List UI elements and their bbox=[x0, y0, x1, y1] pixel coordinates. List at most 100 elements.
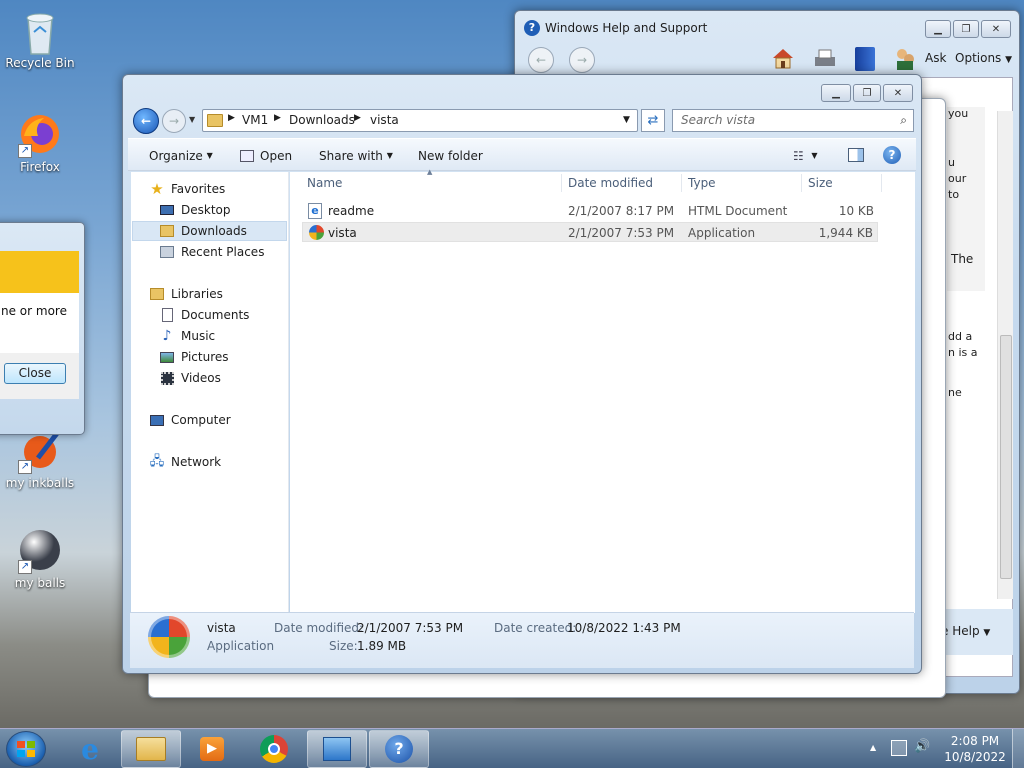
taskbar-control-panel[interactable] bbox=[307, 730, 367, 768]
dialog-close-button[interactable]: Close bbox=[4, 363, 66, 384]
maximize-button[interactable]: ❐ bbox=[853, 84, 881, 102]
recent-pages-chevron-icon[interactable]: ▼ bbox=[189, 115, 195, 124]
nav-music[interactable]: ♪ Music bbox=[159, 326, 216, 346]
help-options-menu[interactable]: Options ▼ bbox=[955, 51, 1012, 65]
breadcrumb-vista[interactable]: vista bbox=[370, 113, 399, 127]
taskbar-windows-explorer[interactable] bbox=[121, 730, 181, 768]
close-button[interactable]: ✕ bbox=[883, 84, 913, 102]
help-icon[interactable]: ? bbox=[883, 146, 901, 164]
nav-pictures[interactable]: Pictures bbox=[159, 347, 229, 367]
recycle-bin-desktop-icon[interactable]: Recycle Bin bbox=[0, 8, 80, 70]
nav-favorites[interactable]: ★ Favorites bbox=[149, 179, 225, 199]
taskbar-help-support[interactable]: ? bbox=[369, 730, 429, 768]
chevron-down-icon: ▼ bbox=[1005, 55, 1013, 65]
file-size: 1,944 KB bbox=[818, 226, 873, 240]
nav-computer-label: Computer bbox=[171, 413, 231, 427]
vista-app-icon bbox=[309, 225, 324, 240]
my-inkballs-desktop-icon[interactable]: ↗ my inkballs bbox=[0, 428, 80, 490]
help-ask-label[interactable]: Ask bbox=[925, 51, 946, 65]
taskbar-internet-explorer[interactable]: e bbox=[60, 730, 120, 768]
details-date-created-label: Date created: bbox=[494, 621, 577, 635]
help-print-icon[interactable] bbox=[813, 49, 837, 69]
html-document-icon: e bbox=[308, 203, 322, 219]
taskbar-chrome[interactable] bbox=[244, 730, 304, 768]
nav-favorites-label: Favorites bbox=[171, 182, 226, 196]
volume-tray-icon[interactable]: 🔊 bbox=[914, 739, 930, 754]
nav-desktop-label: Desktop bbox=[181, 203, 231, 217]
nav-documents[interactable]: Documents bbox=[159, 305, 249, 325]
help-close-button[interactable]: ✕ bbox=[981, 20, 1011, 38]
taskbar-media-player[interactable]: ▶ bbox=[182, 730, 242, 768]
start-button[interactable] bbox=[6, 731, 46, 767]
downloads-folder-icon bbox=[159, 223, 175, 239]
refresh-button[interactable]: ⇄ bbox=[641, 109, 665, 132]
address-dropdown-icon[interactable]: ▼ bbox=[623, 115, 630, 125]
search-box[interactable]: Search vista ⌕ bbox=[672, 109, 914, 132]
help-side-text-5: dd a bbox=[948, 330, 973, 343]
help-window-title-icon: ? bbox=[524, 20, 540, 36]
help-forward-button[interactable]: → bbox=[569, 47, 595, 73]
help-side-text-0: you bbox=[948, 107, 969, 120]
help-back-button[interactable]: ← bbox=[528, 47, 554, 73]
balls-icon: ↗ bbox=[18, 528, 62, 574]
file-type: HTML Document bbox=[688, 204, 788, 218]
search-icon[interactable]: ⌕ bbox=[900, 113, 907, 128]
folder-icon bbox=[207, 114, 223, 127]
nav-downloads[interactable]: Downloads bbox=[159, 221, 247, 241]
address-bar[interactable]: ▶ VM1 ▶ Downloads ▶ vista ▼ bbox=[202, 109, 638, 132]
dialog-body bbox=[0, 293, 79, 353]
minimize-button[interactable]: ▁ bbox=[821, 84, 851, 102]
column-header-type[interactable]: Type bbox=[682, 174, 802, 192]
file-row-vista[interactable]: vista 2/1/2007 7:53 PM Application 1,944… bbox=[302, 222, 878, 242]
file-row-readme[interactable]: e readme 2/1/2007 8:17 PM HTML Document … bbox=[302, 201, 878, 221]
help-home-icon[interactable] bbox=[771, 47, 795, 69]
help-scrollbar-thumb[interactable] bbox=[1000, 335, 1012, 579]
nav-network[interactable]: 🖧 Network bbox=[149, 452, 221, 472]
details-size-value: 1.89 MB bbox=[357, 639, 407, 653]
help-scrollbar[interactable] bbox=[997, 111, 1013, 599]
firefox-desktop-icon[interactable]: ↗ Firefox bbox=[0, 112, 80, 174]
help-help-menu[interactable]: e Help ▼ bbox=[941, 624, 990, 638]
windows-logo-icon bbox=[17, 741, 35, 757]
help-browse-icon[interactable] bbox=[855, 47, 875, 71]
nav-libraries[interactable]: Libraries bbox=[149, 284, 223, 304]
nav-desktop[interactable]: Desktop bbox=[159, 200, 231, 220]
share-with-button[interactable]: Share with ▼ bbox=[319, 147, 393, 165]
column-header-name[interactable]: Name bbox=[301, 174, 562, 192]
help-window-title: Windows Help and Support bbox=[545, 21, 708, 35]
help-minimize-button[interactable]: ▁ bbox=[925, 20, 951, 38]
preview-pane-icon[interactable] bbox=[848, 148, 864, 162]
help-ask-icon[interactable] bbox=[895, 47, 915, 71]
breadcrumb-downloads[interactable]: Downloads bbox=[289, 113, 355, 127]
forward-button[interactable]: → bbox=[162, 109, 186, 133]
column-header-date-modified[interactable]: Date modified bbox=[562, 174, 682, 192]
search-input[interactable]: Search vista bbox=[681, 113, 755, 127]
new-folder-button[interactable]: New folder bbox=[418, 147, 483, 165]
column-header-size[interactable]: Size bbox=[802, 174, 882, 192]
show-hidden-icons-button[interactable]: ▲ bbox=[870, 743, 876, 752]
file-name: vista bbox=[328, 226, 357, 240]
clock[interactable]: 2:08 PM 10/8/2022 bbox=[944, 733, 1006, 765]
videos-icon bbox=[159, 370, 175, 386]
network-tray-icon[interactable] bbox=[891, 740, 907, 756]
help-maximize-button[interactable]: ❐ bbox=[953, 20, 979, 38]
open-button[interactable]: Open bbox=[240, 147, 292, 165]
show-desktop-button[interactable] bbox=[1012, 729, 1024, 768]
view-options-button[interactable]: ☷ ▼ bbox=[793, 147, 818, 165]
file-type: Application bbox=[688, 226, 756, 240]
organize-button[interactable]: Organize ▼ bbox=[149, 147, 213, 165]
my-balls-desktop-icon[interactable]: ↗ my balls bbox=[0, 528, 80, 590]
clock-time: 2:08 PM bbox=[950, 734, 1000, 748]
details-date-modified-label: Date modified: bbox=[274, 621, 364, 635]
help-options-label: Options bbox=[955, 51, 1002, 65]
nav-computer[interactable]: Computer bbox=[149, 410, 231, 430]
shortcut-arrow-icon: ↗ bbox=[18, 460, 32, 474]
organize-label: Organize bbox=[149, 149, 203, 163]
back-button[interactable]: ← bbox=[133, 108, 159, 134]
breadcrumb-separator-icon: ▶ bbox=[228, 113, 235, 123]
network-icon: 🖧 bbox=[149, 454, 165, 469]
nav-videos[interactable]: Videos bbox=[159, 368, 221, 388]
breadcrumb-vm1[interactable]: VM1 bbox=[242, 113, 268, 127]
nav-recent-places[interactable]: Recent Places bbox=[159, 242, 264, 262]
help-support-icon: ? bbox=[385, 735, 413, 763]
